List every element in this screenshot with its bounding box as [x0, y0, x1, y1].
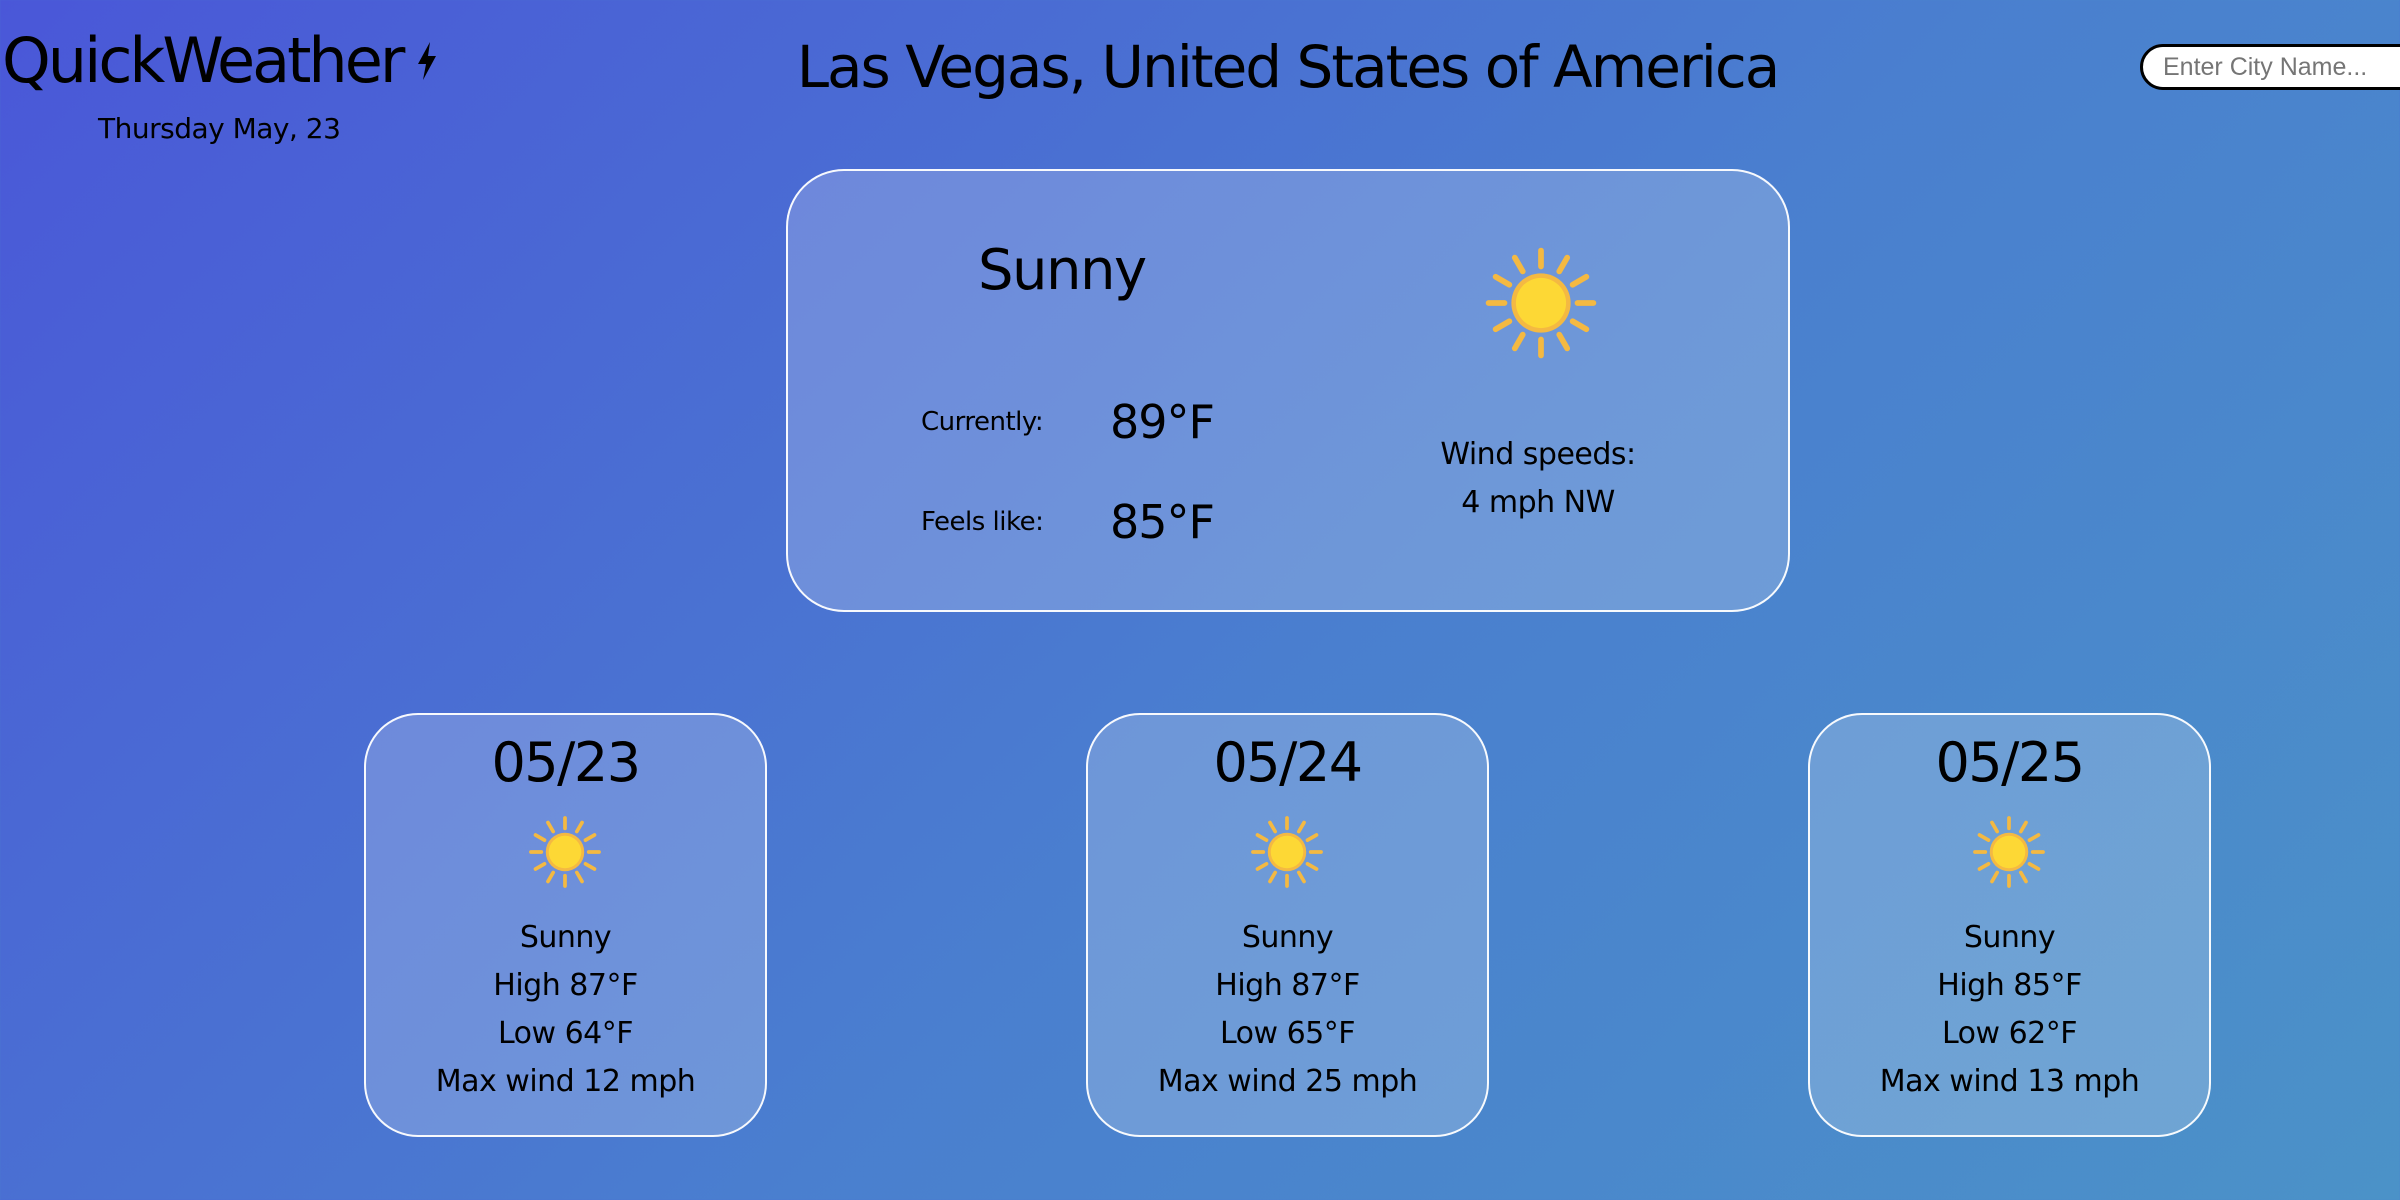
forecast-low: Low 65°F [1219, 1016, 1356, 1051]
sun-icon [1485, 247, 1597, 359]
forecast-max-wind: Max wind 13 mph [1879, 1064, 2140, 1099]
current-weather-card: Sunny Currently: 89°F Feels like: 85°F W… [786, 169, 1790, 612]
forecast-high: High 85°F [1937, 968, 2082, 1003]
wind-label: Wind speeds: [1440, 437, 1636, 472]
forecast-date: 05/23 [491, 731, 641, 794]
forecast-card: 05/24 Sunny High 87°F Low 65°F Max wind … [1086, 713, 1489, 1137]
app-title: QuickWeather [2, 24, 405, 97]
city-search-input[interactable] [2140, 44, 2400, 90]
forecast-max-wind: Max wind 25 mph [1157, 1064, 1418, 1099]
lightning-bolt-icon [418, 42, 437, 80]
forecast-card: 05/23 Sunny High 87°F Low 64°F Max wind … [364, 713, 767, 1137]
forecast-high: High 87°F [1215, 968, 1360, 1003]
current-date: Thursday May, 23 [98, 112, 341, 145]
current-condition: Sunny [978, 238, 1147, 303]
currently-label: Currently: [921, 407, 1044, 437]
forecast-card: 05/25 Sunny High 85°F Low 62°F Max wind … [1808, 713, 2211, 1137]
forecast-high: High 87°F [493, 968, 638, 1003]
feels-like-label: Feels like: [921, 507, 1044, 537]
feels-like-temperature: 85°F [1110, 495, 1215, 549]
forecast-condition: Sunny [1963, 920, 2056, 955]
forecast-low: Low 64°F [497, 1016, 634, 1051]
wind-info: Wind speeds: 4 mph NW [1408, 431, 1668, 527]
sun-icon [529, 816, 601, 888]
forecast-max-wind: Max wind 12 mph [435, 1064, 696, 1099]
wind-value: 4 mph NW [1461, 485, 1615, 520]
sun-icon [1973, 816, 2045, 888]
forecast-low: Low 62°F [1941, 1016, 2078, 1051]
app-logo: QuickWeather [2, 30, 438, 92]
forecast-condition: Sunny [1241, 920, 1334, 955]
sun-icon [1251, 816, 1323, 888]
forecast-condition: Sunny [519, 920, 612, 955]
forecast-date: 05/24 [1213, 731, 1363, 794]
forecast-date: 05/25 [1935, 731, 2085, 794]
current-temperature: 89°F [1110, 395, 1215, 449]
